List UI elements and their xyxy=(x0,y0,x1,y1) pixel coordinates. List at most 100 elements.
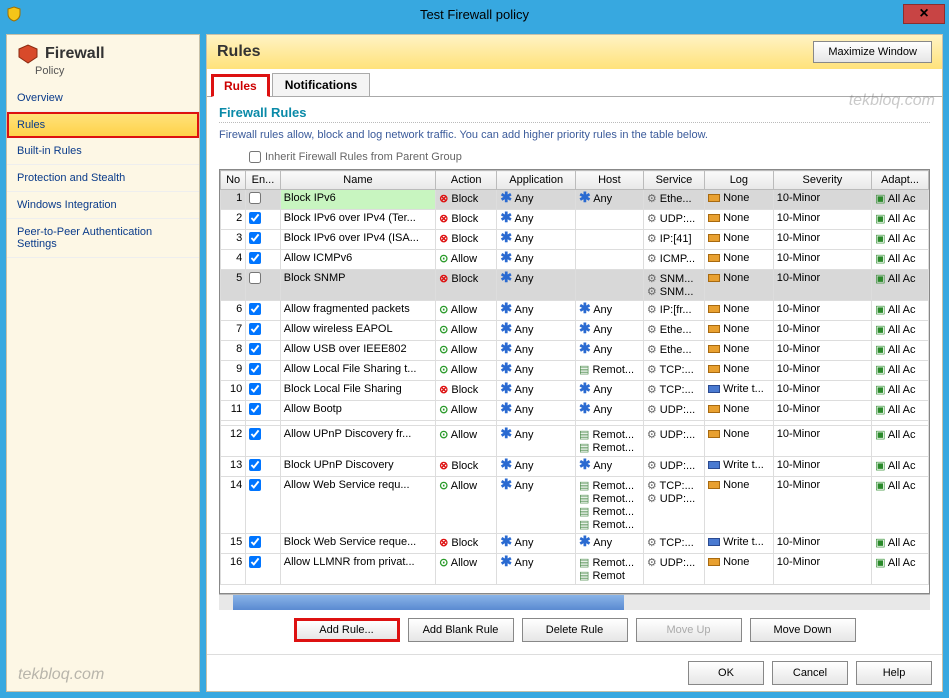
table-row[interactable]: 14Allow Web Service requ...⊙ Allow✱ Any▤… xyxy=(221,477,929,534)
allow-icon: ⊙ xyxy=(439,324,448,336)
sidebar-item-built-in-rules[interactable]: Built-in Rules xyxy=(7,138,199,165)
enable-checkbox[interactable] xyxy=(249,556,261,568)
tab-rules[interactable]: Rules xyxy=(211,74,270,97)
enable-checkbox[interactable] xyxy=(249,428,261,440)
asterisk-icon: ✱ xyxy=(500,476,512,492)
add-blank-rule-button[interactable]: Add Blank Rule xyxy=(408,618,514,642)
allow-icon: ⊙ xyxy=(439,253,448,265)
adapter-icon: ▣ xyxy=(875,364,885,376)
column-header[interactable]: Action xyxy=(436,171,497,190)
table-row[interactable]: 12Allow UPnP Discovery fr...⊙ Allow✱ Any… xyxy=(221,426,929,457)
table-row[interactable]: 10Block Local File Sharing⊗ Block✱ Any✱ … xyxy=(221,381,929,401)
column-header[interactable]: Host xyxy=(576,171,644,190)
add-rule-button[interactable]: Add Rule... xyxy=(294,618,400,642)
asterisk-icon: ✱ xyxy=(500,425,512,441)
column-header[interactable]: Log xyxy=(705,171,774,190)
table-row[interactable]: 3Block IPv6 over IPv4 (ISA...⊗ Block✱ An… xyxy=(221,230,929,250)
table-row[interactable]: 6Allow fragmented packets⊙ Allow✱ Any✱ A… xyxy=(221,301,929,321)
ok-button[interactable]: OK xyxy=(688,661,764,685)
table-row[interactable]: 16Allow LLMNR from privat...⊙ Allow✱ Any… xyxy=(221,554,929,585)
move-down-button[interactable]: Move Down xyxy=(750,618,856,642)
sidebar-item-rules[interactable]: Rules xyxy=(7,112,199,138)
log-icon xyxy=(708,194,720,202)
asterisk-icon: ✱ xyxy=(500,269,512,285)
sidebar-item-windows-integration[interactable]: Windows Integration xyxy=(7,192,199,219)
enable-checkbox[interactable] xyxy=(249,303,261,315)
rules-table[interactable]: NoEn...NameActionApplicationHostServiceL… xyxy=(219,169,930,594)
host-icon: ▤ xyxy=(579,493,589,505)
inherit-checkbox[interactable] xyxy=(249,151,261,163)
asterisk-icon: ✱ xyxy=(500,360,512,376)
column-header[interactable]: Adapt... xyxy=(872,171,929,190)
column-header[interactable]: En... xyxy=(246,171,281,190)
adapter-icon: ▣ xyxy=(875,384,885,396)
log-icon xyxy=(708,430,720,438)
table-row[interactable]: 15Block Web Service reque...⊗ Block✱ Any… xyxy=(221,534,929,554)
table-row[interactable]: 9Allow Local File Sharing t...⊙ Allow✱ A… xyxy=(221,361,929,381)
table-row[interactable]: 11Allow Bootp⊙ Allow✱ Any✱ Any⚙ UDP:... … xyxy=(221,401,929,421)
delete-rule-button[interactable]: Delete Rule xyxy=(522,618,628,642)
block-icon: ⊗ xyxy=(439,384,448,396)
column-header[interactable]: Severity xyxy=(773,171,871,190)
enable-checkbox[interactable] xyxy=(249,403,261,415)
gear-icon: ⚙ xyxy=(647,213,657,225)
sidebar-item-peer-to-peer-authentication-settings[interactable]: Peer-to-Peer Authentication Settings xyxy=(7,219,199,258)
table-row[interactable]: 2Block IPv6 over IPv4 (Ter...⊗ Block✱ An… xyxy=(221,210,929,230)
enable-checkbox[interactable] xyxy=(249,232,261,244)
adapter-icon: ▣ xyxy=(875,460,885,472)
enable-checkbox[interactable] xyxy=(249,343,261,355)
gear-icon: ⚙ xyxy=(647,384,657,396)
tab-notifications[interactable]: Notifications xyxy=(272,73,371,96)
section-heading: Firewall Rules xyxy=(219,105,930,123)
shield-icon xyxy=(6,6,22,22)
table-row[interactable]: 7Allow wireless EAPOL⊙ Allow✱ Any✱ Any⚙ … xyxy=(221,321,929,341)
allow-icon: ⊙ xyxy=(439,364,448,376)
sidebar-item-overview[interactable]: Overview xyxy=(7,85,199,112)
adapter-icon: ▣ xyxy=(875,404,885,416)
help-button[interactable]: Help xyxy=(856,661,932,685)
adapter-icon: ▣ xyxy=(875,213,885,225)
table-row[interactable]: 4Allow ICMPv6⊙ Allow✱ Any⚙ ICMP... None1… xyxy=(221,250,929,270)
block-icon: ⊗ xyxy=(439,213,448,225)
enable-checkbox[interactable] xyxy=(249,252,261,264)
adapter-icon: ▣ xyxy=(875,557,885,569)
column-header[interactable]: Application xyxy=(497,171,576,190)
column-header[interactable]: No xyxy=(221,171,246,190)
maximize-button[interactable]: Maximize Window xyxy=(813,41,932,63)
move-up-button[interactable]: Move Up xyxy=(636,618,742,642)
asterisk-icon: ✱ xyxy=(500,300,512,316)
table-row[interactable]: 13Block UPnP Discovery⊗ Block✱ Any✱ Any⚙… xyxy=(221,457,929,477)
enable-checkbox[interactable] xyxy=(249,323,261,335)
enable-checkbox[interactable] xyxy=(249,459,261,471)
log-icon xyxy=(708,405,720,413)
enable-checkbox[interactable] xyxy=(249,363,261,375)
allow-icon: ⊙ xyxy=(439,557,448,569)
enable-checkbox[interactable] xyxy=(249,479,261,491)
column-header[interactable]: Name xyxy=(280,171,435,190)
gear-icon: ⚙ xyxy=(647,404,657,416)
log-icon xyxy=(708,274,720,282)
adapter-icon: ▣ xyxy=(875,537,885,549)
asterisk-icon: ✱ xyxy=(500,380,512,396)
cancel-button[interactable]: Cancel xyxy=(772,661,848,685)
table-row[interactable]: 8Allow USB over IEEE802⊙ Allow✱ Any✱ Any… xyxy=(221,341,929,361)
enable-checkbox[interactable] xyxy=(249,383,261,395)
host-icon: ▤ xyxy=(579,557,589,569)
table-row[interactable]: 1Block IPv6⊗ Block✱ Any✱ Any⚙ Ethe... No… xyxy=(221,190,929,210)
column-header[interactable]: Service xyxy=(643,171,704,190)
adapter-icon: ▣ xyxy=(875,273,885,285)
enable-checkbox[interactable] xyxy=(249,272,261,284)
table-row[interactable]: 5Block SNMP⊗ Block✱ Any⚙ SNM...⚙ SNM... … xyxy=(221,270,929,301)
asterisk-icon: ✱ xyxy=(500,189,512,205)
gear-icon: ⚙ xyxy=(647,324,657,336)
enable-checkbox[interactable] xyxy=(249,536,261,548)
sidebar-item-protection-and-stealth[interactable]: Protection and Stealth xyxy=(7,165,199,192)
block-icon: ⊗ xyxy=(439,193,448,205)
horizontal-scrollbar[interactable] xyxy=(219,594,930,610)
asterisk-icon: ✱ xyxy=(500,249,512,265)
enable-checkbox[interactable] xyxy=(249,192,261,204)
section-description: Firewall rules allow, block and log netw… xyxy=(219,129,930,141)
enable-checkbox[interactable] xyxy=(249,212,261,224)
close-button[interactable]: × xyxy=(903,4,945,24)
asterisk-icon: ✱ xyxy=(579,300,591,316)
